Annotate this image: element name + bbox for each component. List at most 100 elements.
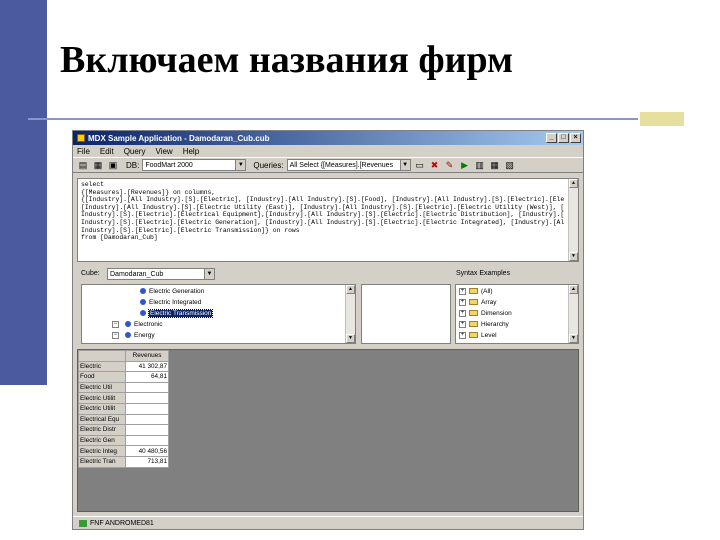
row-header[interactable]: Electric Util [78, 381, 126, 394]
collapse-icon[interactable]: − [112, 331, 119, 339]
syntax-item[interactable]: + (All) [459, 286, 493, 296]
window-controls: _ □ × [546, 133, 581, 143]
scroll-up-icon[interactable]: ▲ [569, 285, 578, 294]
cube-label: Cube: [81, 270, 100, 277]
expand-icon[interactable]: + [459, 298, 466, 306]
chevron-down-icon[interactable]: ▼ [204, 269, 214, 279]
menu-help[interactable]: Help [183, 147, 199, 156]
scroll-down-icon[interactable]: ▼ [569, 334, 578, 343]
slide-accent-bar [640, 112, 684, 126]
slide-title: Включаем названия фирм [60, 39, 513, 81]
row-header[interactable]: Electrical Equ [78, 413, 126, 426]
run-query-icon[interactable]: ▶ [459, 159, 471, 171]
query-line: [Industry].[All Industry].[S].[Electric … [81, 203, 564, 211]
expand-icon[interactable]: + [459, 320, 466, 328]
syntax-examples-label: Syntax Examples [456, 270, 511, 277]
scroll-up-icon[interactable]: ▲ [569, 179, 578, 188]
open-icon[interactable]: ▦ [92, 159, 104, 171]
tree-item[interactable]: Electric Integrated [140, 297, 201, 307]
scroll-down-icon[interactable]: ▼ [569, 252, 578, 261]
row-header[interactable]: Electric [78, 360, 126, 373]
folder-icon [469, 310, 478, 316]
tree-item[interactable]: − Energy [112, 330, 155, 340]
tree-item-selected[interactable]: Electric Transmission [140, 308, 214, 318]
column-header[interactable]: Revenues [125, 350, 169, 362]
cube-select[interactable]: Damodaran_Cub ▼ [107, 268, 215, 280]
new-query-icon[interactable]: ▤ [77, 159, 89, 171]
insert-icon[interactable]: ▭ [414, 159, 426, 171]
minimize-button[interactable]: _ [546, 133, 557, 143]
syntax-item[interactable]: + Hierarchy [459, 319, 509, 329]
row-header[interactable]: Electric Distr [78, 424, 126, 436]
queries-select[interactable]: All Select {[Measures].[Revenues ▼ [286, 159, 411, 171]
query-editor[interactable]: select {[Measures].[Revenues]} on column… [77, 178, 579, 262]
save-icon[interactable]: ▣ [107, 159, 119, 171]
db-select-value: FoodMart 2000 [145, 161, 193, 169]
menu-view[interactable]: View [155, 147, 172, 156]
syntax-scrollbar[interactable]: ▲ ▼ [568, 285, 578, 343]
grid-view-icon[interactable]: ▥ [474, 159, 486, 171]
grid-cell[interactable] [125, 402, 169, 415]
row-header[interactable]: Electric Integ [78, 445, 126, 457]
tree-item-label: Energy [134, 331, 155, 339]
table-row: Food 64,81 [78, 371, 169, 383]
results-grid-area: Revenues Electric 41 302,87 Food 64,81 E… [77, 349, 579, 512]
expand-icon[interactable]: + [459, 309, 466, 317]
menu-file[interactable]: File [77, 147, 90, 156]
expand-icon[interactable]: + [459, 331, 466, 339]
row-header[interactable]: Electric Utilit [78, 392, 126, 404]
expand-icon[interactable]: + [459, 287, 466, 295]
query-scrollbar[interactable]: ▲ ▼ [568, 179, 578, 261]
syntax-item[interactable]: + Array [459, 297, 497, 307]
slide-left-bar [0, 0, 47, 385]
scroll-down-icon[interactable]: ▼ [346, 334, 355, 343]
table-row: Electric Tran 713,81 [78, 455, 169, 468]
folder-icon [469, 321, 478, 327]
syntax-item[interactable]: + Level [459, 330, 497, 340]
row-header[interactable]: Electric Tran [78, 455, 126, 468]
member-icon [140, 288, 146, 294]
table-row: Electric Distr [78, 424, 169, 436]
chevron-down-icon[interactable]: ▼ [235, 160, 246, 170]
collapse-icon[interactable]: − [112, 320, 119, 328]
tree-item-label: Electric Generation [149, 287, 205, 295]
grid-cell[interactable]: 713,81 [125, 455, 169, 468]
query-line: {[Industry].[All Industry].[S].[Electric… [81, 196, 564, 204]
edit-icon[interactable]: ✎ [444, 159, 456, 171]
close-button[interactable]: × [570, 133, 581, 143]
menu-query[interactable]: Query [124, 147, 146, 156]
table-row: Electric Utilit [78, 402, 169, 415]
grid-cell[interactable]: 64,81 [125, 371, 169, 383]
chevron-down-icon[interactable]: ▼ [399, 160, 410, 170]
tree-item[interactable]: − Electronic [112, 319, 163, 329]
row-header[interactable]: Electric Utilit [78, 402, 126, 415]
row-header[interactable]: Food [78, 371, 126, 383]
tree-item[interactable]: Electric Generation [140, 286, 204, 296]
metadata-tree: Electric Generation Electric Integrated … [81, 284, 356, 344]
toolbar: ▤ ▦ ▣ DB: FoodMart 2000 ▼ Queries: All S… [73, 157, 583, 173]
grid-cell[interactable] [125, 381, 169, 394]
grid-cell[interactable]: 40 480,56 [125, 445, 169, 457]
grid-header-row: Revenues [78, 350, 169, 362]
tree-scrollbar[interactable]: ▲ ▼ [345, 285, 355, 343]
maximize-button[interactable]: □ [558, 133, 569, 143]
scroll-up-icon[interactable]: ▲ [346, 285, 355, 294]
grid-cell[interactable] [125, 413, 169, 426]
syntax-item[interactable]: + Dimension [459, 308, 512, 318]
row-header[interactable]: Electric Gen [78, 434, 126, 447]
menu-edit[interactable]: Edit [100, 147, 114, 156]
menu-bar: File Edit Query View Help [73, 145, 583, 157]
db-select[interactable]: FoodMart 2000 ▼ [142, 159, 247, 171]
grid-cell[interactable] [125, 434, 169, 447]
folder-icon [469, 332, 478, 338]
status-text: FNF ANDROMED81 [90, 519, 154, 527]
member-properties-pane [361, 284, 451, 344]
grid-cell[interactable] [125, 392, 169, 404]
grid-cell[interactable] [125, 424, 169, 436]
member-icon [140, 299, 146, 305]
window-titlebar[interactable]: MDX Sample Application - Damodaran_Cub.c… [73, 131, 583, 145]
grid-cell[interactable]: 41 302,87 [125, 360, 169, 373]
table-view-icon[interactable]: ▦ [489, 159, 501, 171]
cube-view-icon[interactable]: ▧ [504, 159, 516, 171]
delete-icon[interactable]: ✖ [429, 159, 441, 171]
